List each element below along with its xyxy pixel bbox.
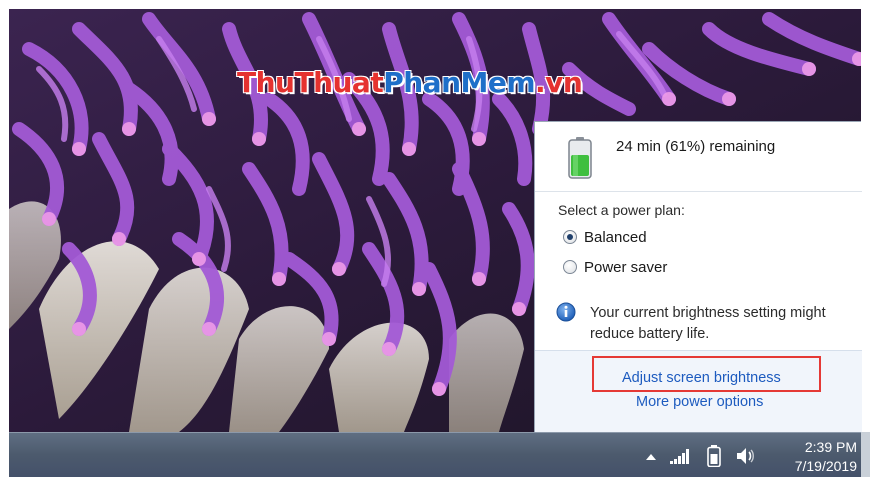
adjust-screen-brightness-link[interactable]: Adjust screen brightness bbox=[622, 370, 781, 386]
power-plan-label: Balanced bbox=[584, 228, 647, 246]
volume-icon[interactable] bbox=[736, 447, 756, 465]
clock-time: 2:39 PM bbox=[804, 439, 857, 455]
battery-icon[interactable] bbox=[707, 445, 721, 467]
power-flyout: 24 min (61%) remaining Select a power pl… bbox=[534, 121, 862, 433]
power-plan-title: Select a power plan: bbox=[558, 202, 685, 218]
radio-button-selected[interactable] bbox=[563, 230, 577, 244]
network-signal-icon[interactable] bbox=[670, 448, 692, 464]
battery-icon bbox=[568, 137, 592, 179]
watermark-part-phanmem: PhanMem bbox=[383, 66, 536, 99]
watermark-logo: ThuThuatPhanMem.vn bbox=[237, 66, 583, 99]
more-power-options-link[interactable]: More power options bbox=[636, 394, 763, 410]
clock-date: 7/19/2019 bbox=[794, 458, 857, 474]
power-links-section: Adjust screen brightness More power opti… bbox=[535, 350, 862, 433]
info-icon bbox=[556, 302, 576, 322]
battery-remaining-text: 24 min (61%) remaining bbox=[616, 138, 776, 155]
watermark-part-vn: .vn bbox=[535, 66, 583, 99]
battery-status-section: 24 min (61%) remaining bbox=[535, 122, 862, 192]
radio-button-unselected[interactable] bbox=[563, 260, 577, 274]
show-hidden-icons-arrow-icon[interactable] bbox=[646, 453, 656, 461]
taskbar: 2:39 PM 7/19/2019 bbox=[9, 432, 861, 477]
show-desktop-button[interactable] bbox=[861, 432, 870, 477]
brightness-warning-text: Your current brightness setting might re… bbox=[590, 305, 826, 342]
watermark-part-thuthuat: ThuThuat bbox=[237, 66, 384, 99]
taskbar-clock[interactable]: 2:39 PM 7/19/2019 bbox=[765, 439, 857, 474]
power-plan-label: Power saver bbox=[584, 258, 668, 276]
power-plan-balanced-option[interactable]: Balanced bbox=[563, 227, 647, 247]
power-plan-saver-option[interactable]: Power saver bbox=[563, 257, 667, 277]
